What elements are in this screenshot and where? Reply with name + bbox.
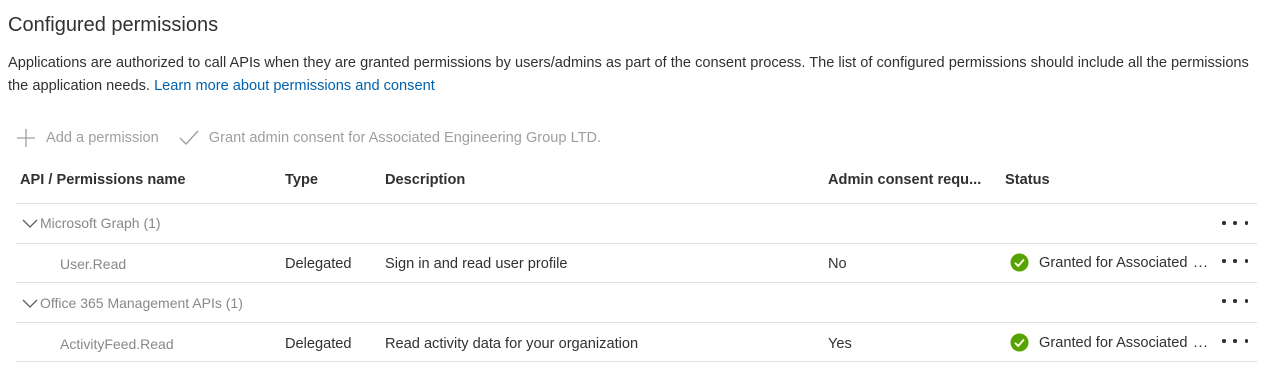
- group-more-button[interactable]: [1222, 215, 1248, 231]
- add-permission-label: Add a permission: [46, 130, 159, 146]
- permission-type: Delegated: [285, 256, 352, 272]
- status-text: Granted for Associated: [1039, 254, 1188, 271]
- group-name: Microsoft Graph (1): [40, 215, 161, 231]
- more-icon-dot: [1222, 221, 1226, 225]
- permission-description: Read activity data for your organization: [385, 336, 639, 352]
- status-cell: Granted for Associated ...: [1010, 333, 1209, 352]
- header-divider: [16, 203, 1257, 204]
- group-row-microsoft-graph[interactable]: Microsoft Graph (1): [22, 215, 161, 231]
- more-icon-dot: [1222, 339, 1226, 343]
- learn-more-link[interactable]: Learn more about permissions and consent: [154, 78, 435, 94]
- row-more-button[interactable]: [1222, 253, 1248, 269]
- chevron-down-icon: [22, 299, 38, 308]
- more-icon-dot: [1233, 299, 1237, 303]
- more-icon-dot: [1233, 259, 1237, 263]
- row-divider: [16, 322, 1257, 323]
- page-title: Configured permissions: [8, 14, 219, 36]
- section-description: Applications are authorized to call APIs…: [8, 52, 1258, 97]
- column-header-status[interactable]: Status: [1005, 172, 1050, 188]
- row-divider: [16, 361, 1257, 362]
- column-header-api-permissions[interactable]: API / Permissions name: [20, 172, 185, 188]
- toolbar: Add a permission Grant admin consent for…: [16, 126, 621, 150]
- column-header-type[interactable]: Type: [285, 172, 318, 188]
- permission-type: Delegated: [285, 336, 352, 352]
- more-icon-dot: [1244, 339, 1248, 343]
- more-icon-dot: [1233, 221, 1237, 225]
- row-more-button[interactable]: [1222, 333, 1248, 349]
- permission-description: Sign in and read user profile: [385, 256, 568, 272]
- row-divider: [16, 243, 1257, 244]
- group-name: Office 365 Management APIs (1): [40, 295, 243, 311]
- column-header-admin-consent[interactable]: Admin consent requ...: [828, 172, 981, 188]
- row-divider: [16, 282, 1257, 283]
- column-header-description[interactable]: Description: [385, 172, 465, 188]
- more-icon-dot: [1244, 221, 1248, 225]
- more-icon-dot: [1233, 339, 1237, 343]
- status-ellipsis: ...: [1193, 254, 1209, 271]
- grant-admin-consent-button[interactable]: Grant admin consent for Associated Engin…: [179, 129, 601, 147]
- checkmark-icon: [179, 130, 199, 146]
- more-icon-dot: [1244, 299, 1248, 303]
- more-icon-dot: [1244, 259, 1248, 263]
- status-text: Granted for Associated: [1039, 334, 1188, 351]
- more-icon-dot: [1222, 299, 1226, 303]
- status-ellipsis: ...: [1193, 334, 1209, 351]
- permission-name[interactable]: ActivityFeed.Read: [60, 336, 174, 352]
- granted-check-icon: [1010, 253, 1029, 272]
- grant-admin-consent-label: Grant admin consent for Associated Engin…: [208, 130, 602, 146]
- add-icon: [17, 129, 35, 147]
- group-more-button[interactable]: [1222, 293, 1248, 309]
- granted-check-icon: [1010, 333, 1029, 352]
- chevron-down-icon: [22, 219, 38, 228]
- add-permission-button[interactable]: Add a permission: [16, 128, 159, 148]
- admin-consent-value: Yes: [828, 336, 852, 352]
- admin-consent-value: No: [828, 256, 847, 272]
- group-row-office-365[interactable]: Office 365 Management APIs (1): [22, 295, 243, 311]
- permission-name[interactable]: User.Read: [60, 256, 126, 272]
- status-cell: Granted for Associated ...: [1010, 253, 1209, 272]
- more-icon-dot: [1222, 259, 1226, 263]
